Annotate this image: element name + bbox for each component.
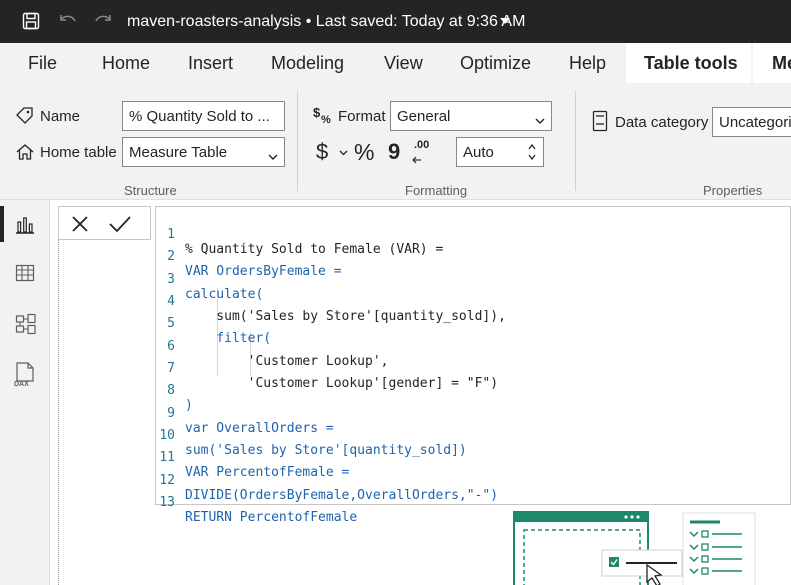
code-text: 'Customer Lookup'[gender] = "F") <box>185 376 499 391</box>
save-icon[interactable] <box>18 8 44 34</box>
data-category-icon <box>590 109 610 133</box>
tab-home[interactable]: Home <box>102 53 150 74</box>
ribbon-panel: Name % Quantity Sold to ... Home table M… <box>0 83 791 200</box>
code-line: 1 % Quantity Sold to Female (VAR) = <box>156 212 443 257</box>
structure-group-label: Structure <box>124 183 177 198</box>
tag-icon <box>14 105 36 127</box>
empty-canvas-illustration <box>513 511 756 585</box>
format-value: General <box>397 108 451 125</box>
chevron-down-icon[interactable] <box>500 18 510 24</box>
title-bar: maven-roasters-analysis • Last saved: To… <box>0 0 791 43</box>
model-view-icon[interactable] <box>14 312 38 336</box>
home-table-label: Home table <box>40 144 117 161</box>
tab-modeling[interactable]: Modeling <box>271 53 344 74</box>
document-title[interactable]: maven-roasters-analysis • Last saved: To… <box>127 13 525 31</box>
code-line: 7 'Customer Lookup'[gender] = "F") <box>156 346 498 391</box>
tab-optimize[interactable]: Optimize <box>460 53 531 74</box>
code-line: 8 ) <box>156 368 193 413</box>
code-text: calculate( <box>185 287 264 302</box>
chevron-down-icon <box>535 112 545 129</box>
currency-button[interactable]: $ <box>316 139 328 165</box>
canvas-guide-line <box>58 240 59 585</box>
cancel-button[interactable] <box>68 212 92 236</box>
tab-insert[interactable]: Insert <box>188 53 233 74</box>
tab-table-tools[interactable]: Table tools <box>644 53 738 74</box>
table-view-icon[interactable] <box>14 262 36 284</box>
format-select[interactable]: General <box>390 101 552 131</box>
name-field[interactable]: % Quantity Sold to ... <box>122 101 285 131</box>
code-text: var OverallOrders = <box>185 421 334 436</box>
format-icon: $% <box>311 103 335 127</box>
decimal-places-label: .00 <box>414 139 430 151</box>
ribbon-tabs: File Home Insert Modeling View Optimize … <box>0 43 791 83</box>
group-divider <box>575 91 576 191</box>
code-line: 2 VAR OrdersByFemale = <box>156 234 341 279</box>
svg-text:$: $ <box>313 105 321 120</box>
group-divider <box>297 91 298 191</box>
format-label: Format <box>338 108 386 125</box>
code-text: 'Customer Lookup', <box>185 354 389 369</box>
tab-view[interactable]: View <box>384 53 423 74</box>
tab-help[interactable]: Help <box>569 53 606 74</box>
code-text: sum('Sales by Store'[quantity_sold]), <box>185 309 506 324</box>
code-text: DIVIDE(OrdersByFemale,OverallOrders,"-") <box>185 488 499 503</box>
home-table-value: Measure Table <box>129 144 228 161</box>
spinner-arrows-icon[interactable] <box>527 142 537 166</box>
home-icon <box>14 141 36 163</box>
properties-group-label: Properties <box>703 183 763 198</box>
code-line: 12 DIVIDE(OrdersByFemale,OverallOrders,"… <box>156 458 498 503</box>
data-category-select[interactable]: Uncategori <box>712 107 791 137</box>
code-text: % Quantity Sold to Female (VAR) = <box>185 242 444 257</box>
code-line: 4 sum('Sales by Store'[quantity_sold]), <box>156 279 506 324</box>
commit-button[interactable] <box>107 212 133 236</box>
name-label: Name <box>40 108 81 125</box>
comma-style-button[interactable]: 9 <box>388 139 400 165</box>
dax-formula-editor[interactable]: 1 % Quantity Sold to Female (VAR) = 2 VA… <box>155 206 791 525</box>
close-icon <box>72 216 88 232</box>
decimal-places-spinner[interactable]: Auto <box>456 137 544 167</box>
code-text: RETURN PercentofFemale <box>185 510 358 525</box>
tab-file[interactable]: File <box>28 53 57 74</box>
code-text: sum('Sales by Store'[quantity_sold]) <box>185 443 467 458</box>
report-view-icon[interactable] <box>14 214 36 236</box>
title-separator: • <box>305 13 312 30</box>
redo-icon[interactable] <box>90 8 116 34</box>
chevron-down-icon[interactable] <box>338 149 348 157</box>
undo-icon[interactable] <box>55 8 81 34</box>
svg-text:DAX: DAX <box>14 381 29 387</box>
checkmark-icon <box>109 216 131 233</box>
arrow-left-icon <box>410 155 432 165</box>
code-line: 9 var OverallOrders = <box>156 391 334 436</box>
active-view-indicator <box>0 206 4 242</box>
file-name: maven-roasters-analysis <box>127 13 302 30</box>
tab-measure-tools[interactable]: Me <box>772 53 791 74</box>
dax-query-view-icon[interactable]: DAX <box>12 360 38 388</box>
decimal-places-button[interactable]: .00 <box>414 139 429 151</box>
code-line: 13 RETURN PercentofFemale <box>156 480 357 525</box>
formula-commit-bar <box>58 206 151 240</box>
code-line: 10 sum('Sales by Store'[quantity_sold]) <box>156 413 466 458</box>
chevron-down-icon <box>268 148 278 165</box>
data-category-label: Data category <box>615 114 709 131</box>
svg-text:%: % <box>321 114 331 126</box>
code-text: VAR PercentofFemale = <box>185 465 350 480</box>
saved-status: Last saved: Today at 9:36 AM <box>315 13 526 30</box>
line-number: 13 <box>159 495 175 510</box>
code-line: 3 calculate( <box>156 257 263 302</box>
code-text: filter( <box>185 331 272 346</box>
formatting-group-label: Formatting <box>405 183 468 198</box>
decimal-places-value: Auto <box>463 144 494 161</box>
code-line: 11 VAR PercentofFemale = <box>156 435 349 480</box>
percent-button[interactable]: % <box>354 139 374 166</box>
view-rail: DAX <box>0 200 50 585</box>
home-table-select[interactable]: Measure Table <box>122 137 285 167</box>
code-line: 5 filter( <box>156 301 271 346</box>
code-line: 6 'Customer Lookup', <box>156 324 388 369</box>
code-text: VAR OrdersByFemale = <box>185 264 342 279</box>
